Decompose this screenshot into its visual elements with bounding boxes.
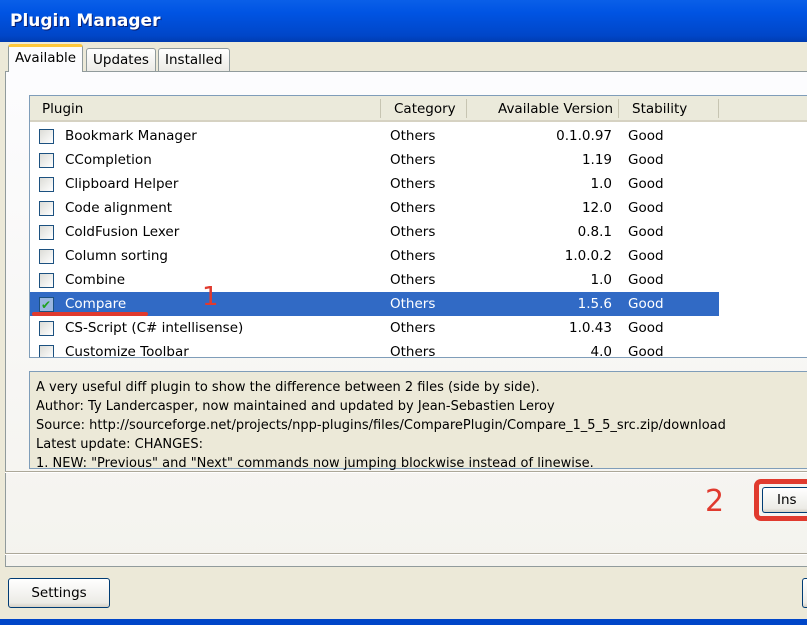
plugin-name: Column sorting — [65, 248, 169, 264]
plugin-category: Others — [390, 200, 436, 216]
close-button[interactable] — [802, 578, 807, 608]
checkbox[interactable] — [39, 177, 54, 192]
checkbox[interactable] — [39, 201, 54, 216]
plugin-name: Clipboard Helper — [65, 176, 179, 192]
title-bar: Plugin Manager — [0, 0, 807, 42]
plugin-category: Others — [390, 128, 436, 144]
divider — [5, 553, 807, 555]
checkbox[interactable] — [39, 345, 54, 357]
plugin-category: Others — [390, 152, 436, 168]
window-title: Plugin Manager — [10, 11, 161, 31]
plugin-version: 1.0.43 — [569, 320, 612, 336]
tab-installed[interactable]: Installed — [158, 48, 230, 71]
column-stability[interactable]: Stability — [632, 101, 687, 117]
annotation-step-1: 1 — [202, 282, 219, 312]
plugin-name: CCompletion — [65, 152, 152, 168]
install-button[interactable]: Ins — [762, 487, 807, 513]
plugin-stability: Good — [628, 224, 664, 240]
description-line: Source: http://sourceforge.net/projects/… — [36, 418, 726, 433]
tab-available[interactable]: Available — [8, 44, 84, 72]
checkbox[interactable] — [39, 273, 54, 288]
checkbox[interactable]: ✔ — [39, 297, 54, 312]
plugin-stability: Good — [628, 176, 664, 192]
plugin-category: Others — [390, 344, 436, 358]
plugin-name: Customize Toolbar — [65, 344, 189, 358]
description-line: Author: Ty Landercasper, now maintained … — [36, 399, 555, 414]
plugin-name: Combine — [65, 272, 126, 288]
plugin-version: 1.5.6 — [577, 296, 612, 312]
description-line: Latest update: CHANGES: — [36, 437, 204, 452]
column-plugin[interactable]: Plugin — [42, 101, 83, 117]
table-row[interactable]: Column sorting Others 1.0.0.2 Good — [30, 244, 719, 268]
plugin-category: Others — [390, 272, 436, 288]
table-row[interactable]: Customize Toolbar Others 4.0 Good — [30, 340, 719, 358]
plugin-category: Others — [390, 176, 436, 192]
annotation-step-2: 2 — [705, 484, 725, 519]
plugin-name: Bookmark Manager — [65, 128, 197, 144]
column-version[interactable]: Available Version — [498, 101, 613, 117]
plugin-version: 12.0 — [581, 200, 612, 216]
plugin-name: CS-Script (C# intellisense) — [65, 320, 244, 336]
annotation-underline — [32, 312, 148, 316]
description-line: A very useful diff plugin to show the di… — [36, 380, 540, 395]
plugin-list[interactable]: Plugin Category Available Version Stabil… — [29, 95, 807, 358]
plugin-stability: Good — [628, 296, 664, 312]
table-row[interactable]: Code alignment Others 12.0 Good — [30, 196, 719, 220]
table-row[interactable]: Clipboard Helper Others 1.0 Good — [30, 172, 719, 196]
tab-updates[interactable]: Updates — [86, 48, 156, 71]
checkbox[interactable] — [39, 225, 54, 240]
checkbox[interactable] — [39, 249, 54, 264]
table-row[interactable]: CCompletion Others 1.19 Good — [30, 148, 719, 172]
plugin-version: 4.0 — [590, 344, 612, 358]
column-category[interactable]: Category — [394, 101, 456, 117]
plugin-stability: Good — [628, 248, 664, 264]
plugin-version: 1.19 — [581, 152, 612, 168]
plugin-stability: Good — [628, 152, 664, 168]
table-row[interactable]: Bookmark Manager Others 0.1.0.97 Good — [30, 124, 719, 148]
window-border — [0, 619, 807, 625]
plugin-category: Others — [390, 224, 436, 240]
plugin-stability: Good — [628, 320, 664, 336]
table-row[interactable]: CS-Script (C# intellisense) Others 1.0.4… — [30, 316, 719, 340]
settings-button[interactable]: Settings — [8, 578, 110, 608]
divider — [5, 471, 807, 473]
plugin-description: A very useful diff plugin to show the di… — [29, 371, 807, 471]
plugin-stability: Good — [628, 344, 664, 358]
plugin-stability: Good — [628, 200, 664, 216]
plugin-version: 0.8.1 — [577, 224, 612, 240]
plugin-category: Others — [390, 320, 436, 336]
plugin-name: ColdFusion Lexer — [65, 224, 180, 240]
plugin-category: Others — [390, 296, 436, 312]
table-row[interactable]: Combine Others 1.0 Good — [30, 268, 719, 292]
table-row[interactable]: ColdFusion Lexer Others 0.8.1 Good — [30, 220, 719, 244]
plugin-category: Others — [390, 248, 436, 264]
plugin-stability: Good — [628, 272, 664, 288]
plugin-version: 1.0 — [590, 272, 612, 288]
checkbox[interactable] — [39, 153, 54, 168]
plugin-version: 1.0.0.2 — [564, 248, 612, 264]
plugin-version: 1.0 — [590, 176, 612, 192]
plugin-stability: Good — [628, 128, 664, 144]
checkbox[interactable] — [39, 321, 54, 336]
plugin-name: Code alignment — [65, 200, 173, 216]
list-header: Plugin Category Available Version Stabil… — [30, 96, 807, 122]
checkbox[interactable] — [39, 129, 54, 144]
plugin-version: 0.1.0.97 — [556, 128, 612, 144]
